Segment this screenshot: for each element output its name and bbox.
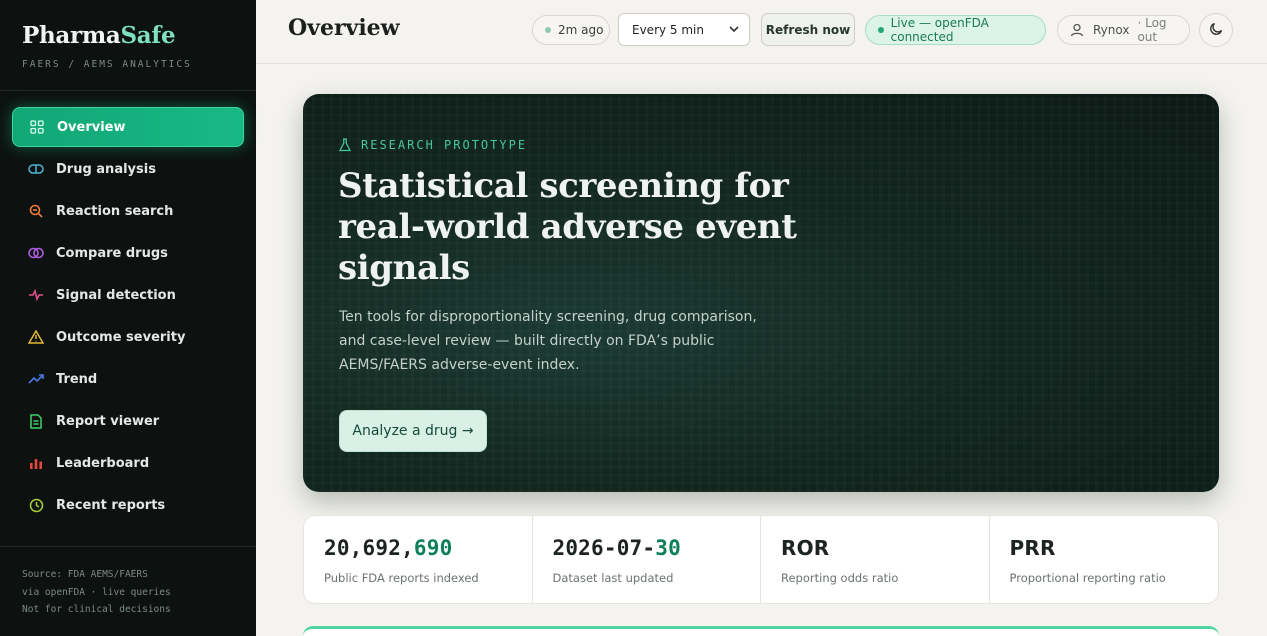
page-title: Overview — [288, 15, 400, 41]
sidebar-item-label: Trend — [56, 371, 98, 387]
stat-value: PRR — [1010, 536, 1219, 562]
logout-link[interactable]: · Log out — [1137, 16, 1189, 44]
clock-icon — [28, 497, 44, 513]
sidebar-item-drug-analysis[interactable]: Drug analysis — [12, 149, 244, 189]
theme-toggle-button[interactable] — [1199, 13, 1233, 47]
stat-value: 2026-07-30 — [553, 536, 761, 562]
refresh-now-button[interactable]: Refresh now — [761, 13, 855, 46]
footer-line: Not for clinical decisions — [22, 604, 171, 615]
last-refresh-text: 2m ago — [558, 23, 604, 37]
stat-value-accent: 690 — [413, 536, 453, 560]
hero-banner: RESEARCH PROTOTYPE Statistical screening… — [303, 94, 1219, 492]
warning-icon — [28, 329, 44, 345]
pulse-icon — [28, 287, 44, 303]
brand-name: Pharma — [22, 22, 121, 49]
live-status-badge: Live — openFDA connected — [865, 15, 1046, 45]
stat-value-main: 2026-07- — [552, 536, 656, 560]
sidebar-item-label: Leaderboard — [56, 455, 150, 471]
hero-eyebrow: RESEARCH PROTOTYPE — [339, 138, 527, 152]
topbar: Overview 2m ago Every 5 min Refresh now … — [256, 0, 1267, 64]
sidebar-item-trend[interactable]: Trend — [12, 359, 244, 399]
sidebar-item-label: Report viewer — [56, 413, 160, 429]
sidebar-item-reaction-search[interactable]: Reaction search — [12, 191, 244, 231]
pill-icon — [28, 161, 44, 177]
sidebar-nav: Overview Drug analysis Reaction search C… — [12, 107, 244, 527]
compare-icon — [28, 245, 44, 261]
grid-icon — [29, 119, 45, 135]
stat-value-main: 20,692, — [324, 536, 414, 560]
hero-title: Statistical screening for real-world adv… — [338, 166, 797, 288]
sidebar-item-label: Outcome severity — [56, 329, 186, 345]
divider — [0, 90, 256, 91]
refresh-interval-select[interactable]: Every 5 min — [618, 13, 750, 46]
analyze-drug-button[interactable]: Analyze a drug → — [339, 410, 487, 452]
sidebar-item-leaderboard[interactable]: Leaderboard — [12, 443, 244, 483]
bar-chart-icon — [28, 455, 44, 471]
sidebar-item-label: Signal detection — [56, 287, 176, 303]
stat-card-reports: 20,692,690 Public FDA reports indexed — [304, 516, 533, 603]
next-section-card — [303, 626, 1219, 636]
chevron-down-icon — [728, 23, 740, 35]
stat-value-main: ROR — [781, 536, 830, 560]
stats-row: 20,692,690 Public FDA reports indexed 20… — [303, 515, 1219, 604]
sidebar-item-overview[interactable]: Overview — [12, 107, 244, 147]
footer-line: via openFDA · live queries — [22, 586, 171, 598]
brand-name-accent: Safe — [120, 22, 176, 49]
sidebar-footer: Source: FDA AEMS/FAERS via openFDA · liv… — [22, 566, 171, 619]
divider — [0, 546, 256, 547]
stat-label: Public FDA reports indexed — [324, 571, 479, 585]
sidebar-item-compare-drugs[interactable]: Compare drugs — [12, 233, 244, 273]
last-refresh-badge: 2m ago — [532, 15, 610, 45]
stat-card-ror: ROR Reporting odds ratio — [761, 516, 990, 603]
hero-eyebrow-text: RESEARCH PROTOTYPE — [361, 138, 528, 152]
live-status-text: Live — openFDA connected — [890, 16, 989, 44]
sidebar-item-report-viewer[interactable]: Report viewer — [12, 401, 244, 441]
brand-logo[interactable]: PharmaSafe — [22, 22, 176, 49]
moon-icon — [1209, 21, 1224, 40]
stat-value-accent: 30 — [655, 536, 681, 560]
hero-description: Ten tools for disproportionality screeni… — [339, 309, 757, 373]
sidebar-item-label: Compare drugs — [56, 245, 168, 261]
user-icon — [1070, 23, 1084, 37]
brand-subtitle: FAERS / AEMS ANALYTICS — [22, 59, 192, 70]
stat-value-main: PRR — [1009, 536, 1056, 560]
sidebar-item-recent-reports[interactable]: Recent reports — [12, 485, 244, 525]
document-icon — [28, 413, 44, 429]
sidebar-item-label: Overview — [57, 119, 126, 135]
sidebar-item-outcome-severity[interactable]: Outcome severity — [12, 317, 244, 357]
stat-value: 20,692,690 — [324, 536, 532, 562]
live-dot-icon — [878, 27, 884, 33]
status-dot-icon — [545, 27, 551, 33]
trend-icon — [28, 371, 44, 387]
sidebar-item-label: Drug analysis — [56, 161, 156, 177]
flask-icon — [339, 138, 353, 152]
footer-line: Source: FDA AEMS/FAERS — [22, 569, 148, 580]
sidebar-item-label: Reaction search — [56, 203, 174, 219]
sidebar: PharmaSafe FAERS / AEMS ANALYTICS Overvi… — [0, 0, 256, 636]
stat-card-prr: PRR Proportional reporting ratio — [990, 516, 1219, 603]
user-name: Rynox — [1093, 23, 1130, 37]
stat-label: Proportional reporting ratio — [1009, 571, 1166, 585]
stat-label: Reporting odds ratio — [781, 571, 899, 585]
stat-value: ROR — [781, 536, 989, 562]
sidebar-item-label: Recent reports — [56, 497, 166, 513]
stat-label: Dataset last updated — [552, 571, 674, 585]
sidebar-item-signal-detection[interactable]: Signal detection — [12, 275, 244, 315]
user-menu[interactable]: Rynox · Log out — [1057, 15, 1190, 45]
refresh-interval-value: Every 5 min — [632, 22, 704, 37]
search-icon — [28, 203, 44, 219]
stat-card-updated: 2026-07-30 Dataset last updated — [533, 516, 761, 603]
